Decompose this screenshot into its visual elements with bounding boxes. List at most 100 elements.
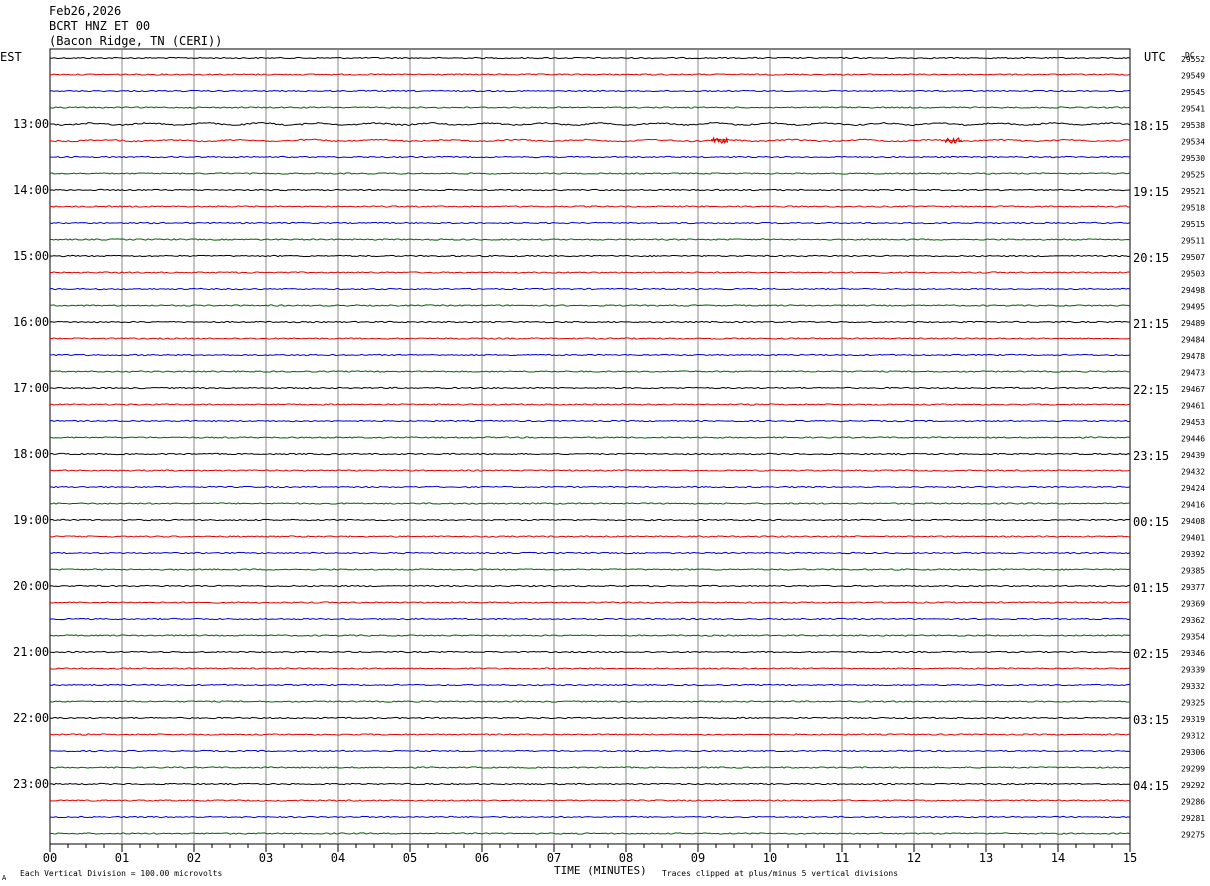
dc-value-label: 29416	[1181, 501, 1205, 510]
dc-value-label: 29478	[1181, 352, 1205, 361]
dc-value-label: 29545	[1181, 88, 1205, 97]
dc-value-label: 29385	[1181, 567, 1205, 576]
trace-row	[49, 749, 1131, 753]
trace-row	[49, 304, 1131, 307]
trace-row	[49, 205, 1131, 208]
x-tick-label: 06	[475, 851, 489, 865]
dc-value-label: 29292	[1181, 781, 1205, 790]
dc-value-label: 29275	[1181, 831, 1205, 840]
trace-row	[49, 419, 1131, 423]
corner-mark: A	[2, 874, 7, 882]
dc-label: DC	[1185, 51, 1195, 60]
dc-value-label: 29408	[1181, 517, 1205, 526]
trace-row	[49, 337, 1131, 340]
est-hour-label: 18:00	[13, 447, 49, 461]
dc-value-label: 29511	[1181, 237, 1205, 246]
x-tick-label: 10	[763, 851, 777, 865]
trace-row	[49, 650, 1131, 654]
utc-hour-label: 22:15	[1133, 383, 1169, 397]
trace-row	[49, 584, 1131, 588]
utc-hour-label: 01:15	[1133, 581, 1169, 595]
trace-row	[49, 287, 1131, 291]
x-tick-label: 08	[619, 851, 633, 865]
trace-row	[49, 353, 1131, 357]
est-hour-label: 23:00	[13, 777, 49, 791]
est-hour-label: 19:00	[13, 513, 49, 527]
trace-row	[49, 815, 1131, 819]
trace-row	[49, 89, 1131, 93]
trace-row	[49, 518, 1131, 522]
trace-row	[49, 799, 1131, 802]
x-tick-label: 03	[259, 851, 273, 865]
trace-row	[49, 436, 1131, 439]
utc-hour-label: 02:15	[1133, 647, 1169, 661]
x-axis-title: TIME (MINUTES)	[554, 864, 647, 877]
x-tick-label: 15	[1123, 851, 1137, 865]
dc-value-label: 29346	[1181, 649, 1205, 658]
trace-row	[49, 551, 1131, 555]
utc-hour-label: 00:15	[1133, 515, 1169, 529]
trace-row	[49, 766, 1131, 769]
dc-value-label: 29319	[1181, 715, 1205, 724]
dc-value-label: 29521	[1181, 187, 1205, 196]
utc-hour-label: 04:15	[1133, 779, 1169, 793]
est-hour-label: 13:00	[13, 117, 49, 131]
utc-hour-label: 21:15	[1133, 317, 1169, 331]
plot-frame	[49, 48, 1131, 845]
est-hour-label: 17:00	[13, 381, 49, 395]
trace-row	[49, 56, 1131, 60]
dc-value-label: 29515	[1181, 220, 1205, 229]
dc-value-label: 29446	[1181, 435, 1205, 444]
trace-row	[49, 238, 1131, 241]
trace-row	[49, 138, 1131, 143]
dc-value-label: 29369	[1181, 600, 1205, 609]
dc-value-label: 29498	[1181, 286, 1205, 295]
trace-row	[49, 502, 1131, 505]
x-tick-label: 07	[547, 851, 561, 865]
axis-labels: 00 01 02 03 04 05 06 07 08 09 10 11 12 13 14 15 13:00 14:…	[13, 55, 1205, 865]
dc-value-label: 29354	[1181, 633, 1205, 642]
dc-value-label: 29424	[1181, 484, 1205, 493]
utc-label: UTC	[1144, 50, 1166, 64]
dc-value-label: 29489	[1181, 319, 1205, 328]
trace-row	[49, 617, 1131, 621]
trace-row	[49, 667, 1131, 670]
trace-row	[49, 535, 1131, 538]
utc-hour-label: 23:15	[1133, 449, 1169, 463]
dc-value-label: 29453	[1181, 418, 1205, 427]
dc-value-label: 29306	[1181, 748, 1205, 757]
trace-row	[49, 832, 1131, 835]
dc-value-label: 29549	[1181, 72, 1205, 81]
scale-note: Each Vertical Division = 100.00 microvol…	[20, 869, 222, 878]
dc-value-label: 29362	[1181, 616, 1205, 625]
est-hour-label: 20:00	[13, 579, 49, 593]
dc-value-label: 29503	[1181, 270, 1205, 279]
dc-value-label: 29401	[1181, 534, 1205, 543]
trace-row	[49, 716, 1131, 720]
x-tick-label: 00	[43, 851, 57, 865]
dc-value-label: 29439	[1181, 451, 1205, 460]
dc-value-label: 29339	[1181, 666, 1205, 675]
trace-row	[49, 403, 1131, 406]
dc-value-label: 29312	[1181, 732, 1205, 741]
trace-row	[49, 386, 1131, 390]
trace-row	[49, 121, 1131, 127]
trace-row	[49, 172, 1131, 175]
dc-value-label: 29325	[1181, 699, 1205, 708]
plot-grid	[49, 48, 1131, 845]
dc-value-label: 29432	[1181, 468, 1205, 477]
trace-row	[49, 271, 1131, 274]
trace-row	[49, 568, 1131, 571]
dc-value-label: 29534	[1181, 138, 1205, 147]
x-axis-ticks	[49, 844, 1131, 852]
est-hour-label: 21:00	[13, 645, 49, 659]
dc-value-label: 29538	[1181, 121, 1205, 130]
dc-value-label: 29281	[1181, 814, 1205, 823]
trace-row	[49, 452, 1131, 456]
dc-value-label: 29299	[1181, 765, 1205, 774]
dc-value-label: 29473	[1181, 369, 1205, 378]
trace-row	[49, 634, 1131, 637]
trace-row	[49, 254, 1131, 258]
trace-group	[49, 56, 1131, 835]
dc-value-label: 29541	[1181, 105, 1205, 114]
